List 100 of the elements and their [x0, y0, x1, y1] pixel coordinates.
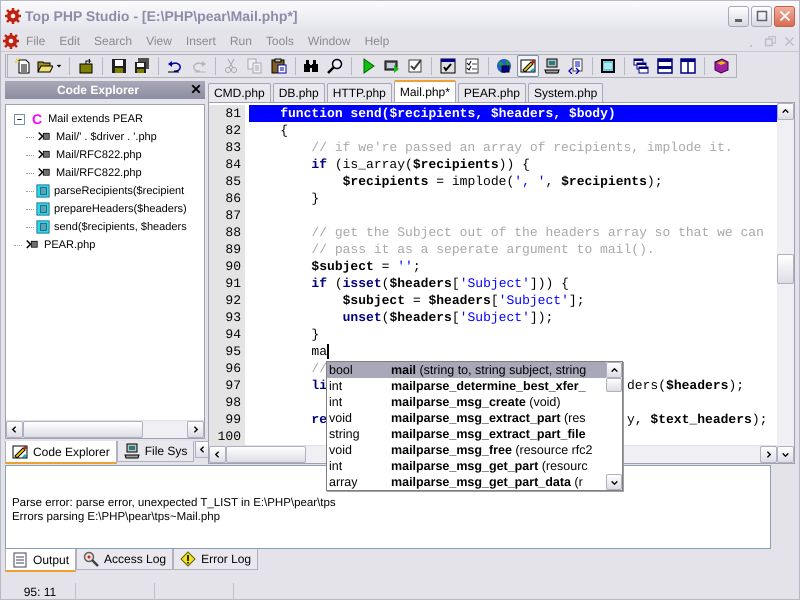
file-tab[interactable]: HTTP.php: [326, 83, 392, 102]
line-number: 89: [209, 241, 245, 258]
autocomplete-item[interactable]: bool mail (string to, string subject, string: [327, 362, 606, 378]
scrollbar-thumb[interactable]: [606, 378, 622, 392]
binoculars-icon: [303, 58, 320, 74]
collapse-button[interactable]: [14, 114, 25, 124]
line-number: 90: [209, 258, 245, 275]
tree-label: PEAR.php: [44, 239, 96, 251]
close-button[interactable]: [774, 6, 795, 26]
method-icon: [36, 184, 50, 198]
cascade-windows-icon: [632, 58, 649, 74]
checklist-icon: [464, 58, 480, 74]
pencil-icon: [12, 444, 28, 460]
folder-arrow-icon: [78, 58, 94, 74]
panel-tab[interactable]: Output: [5, 549, 76, 572]
clipboard-icon: [270, 58, 287, 74]
line-number: 92: [209, 292, 245, 309]
panel-tab[interactable]: File Sys: [116, 441, 194, 462]
panel-tab[interactable]: Access Log: [76, 549, 174, 570]
file-tab[interactable]: DB.php: [272, 83, 325, 102]
tree-item[interactable]: Mail/RFC822.php: [18, 146, 204, 164]
tree-label: prepareHeaders($headers): [54, 203, 187, 215]
file-tab[interactable]: System.php: [528, 83, 604, 102]
line-number: 94: [209, 326, 245, 343]
window-title: Top PHP Studio - [E:\PHP\pear\Mail.php*]: [25, 8, 298, 24]
return-type: int: [328, 395, 344, 409]
scroll-left-button[interactable]: [209, 446, 226, 463]
file-tab[interactable]: Mail.php*: [394, 80, 456, 102]
vertical-tile-icon: [680, 58, 696, 74]
tree-item[interactable]: send($recipients, $headers: [18, 218, 204, 236]
arrow-right-icon: [764, 450, 773, 459]
minimize-button[interactable]: [728, 6, 749, 26]
scroll-right-button[interactable]: [760, 446, 777, 463]
autocomplete-item[interactable]: void mailparse_msg_extract_part (res: [327, 410, 606, 426]
tree-item[interactable]: C Mail extends PEAR: [6, 110, 204, 128]
computer-icon: [544, 58, 560, 74]
horizontal-tile-icon: [656, 58, 673, 74]
maximize-icon: [756, 10, 768, 22]
code-line: }: [310, 326, 320, 343]
autocomplete-item[interactable]: string mailparse_msg_extract_part_file: [327, 426, 606, 442]
warning-icon: [180, 551, 196, 567]
include-icon: [24, 239, 40, 251]
scrollbar-thumb[interactable]: [23, 421, 143, 438]
copy-icon: [247, 58, 264, 74]
scrollbar-thumb[interactable]: [777, 254, 794, 284]
output-line: Parse error: parse error, unexpected T_LIST in E:\PHP\pear\tps: [12, 496, 337, 510]
file-tab[interactable]: CMD.php: [208, 83, 271, 102]
tree-item[interactable]: prepareHeaders($headers): [18, 200, 204, 218]
scroll-down-button[interactable]: [606, 474, 622, 490]
include-icon: [36, 131, 52, 143]
scissors-icon: [223, 58, 240, 74]
tree-label: send($recipients, $headers: [54, 221, 187, 233]
scroll-down-button[interactable]: [777, 446, 794, 463]
autocomplete-item[interactable]: int mailparse_msg_get_part (resourc: [327, 458, 606, 474]
autocomplete-item[interactable]: void mailparse_msg_free (resource rfc2: [327, 442, 606, 458]
autocomplete-item[interactable]: array mailparse_msg_get_part_data (r: [327, 474, 606, 490]
function-signature: mailparse_msg_create (void): [391, 395, 561, 409]
window-check-icon: [440, 58, 456, 74]
code-page-icon: [568, 58, 584, 74]
tree-label: Mail extends PEAR: [48, 113, 143, 125]
tree-item[interactable]: PEAR.php: [6, 236, 204, 254]
scroll-up-button[interactable]: [606, 362, 622, 378]
status-text: 95: 11: [5, 583, 76, 599]
panel-tab[interactable]: Code Explorer: [5, 441, 117, 464]
code-line: // pass it as a seperate argument to mail().: [310, 241, 655, 258]
scroll-right-button[interactable]: [187, 421, 204, 438]
tree-item[interactable]: Mail/' . $driver . '.php: [18, 128, 204, 146]
code-line: re: [310, 411, 328, 428]
toolbar-button[interactable]: [517, 54, 540, 76]
tree-item[interactable]: parseRecipients($recipient: [18, 182, 204, 200]
panel-tab[interactable]: Error Log: [173, 549, 258, 570]
scroll-left-button[interactable]: [6, 421, 23, 438]
code-line: {: [279, 122, 288, 139]
close-icon: [782, 34, 796, 48]
code-line: li: [310, 377, 328, 394]
tree-label: Mail/RFC822.php: [56, 149, 142, 161]
code-line: if (is_array($recipients)) {: [310, 156, 530, 173]
close-icon: [778, 10, 790, 22]
autocomplete-item[interactable]: int mailparse_determine_best_xfer_: [327, 378, 606, 394]
code-line: $recipients = implode(', ', $recipients);: [342, 173, 663, 190]
scrollbar-thumb[interactable]: [226, 446, 306, 463]
scroll-up-button[interactable]: [777, 103, 794, 120]
return-type: int: [328, 379, 344, 393]
maximize-button[interactable]: [751, 6, 772, 26]
code-line: if (isset($headers['Subject'])) {: [310, 275, 569, 292]
globe-icon: [496, 58, 512, 74]
autocomplete-item[interactable]: int mailparse_msg_create (void): [327, 394, 606, 410]
floppy-disks-icon: [134, 58, 150, 74]
magnifier-icon: [327, 58, 344, 74]
tree-item[interactable]: Mail/RFC822.php: [18, 164, 204, 182]
function-signature: mailparse_msg_get_part (resourc: [391, 459, 588, 473]
tree-label: Mail/RFC822.php: [56, 167, 142, 179]
output-line: Errors parsing E:\PHP\pear\tps~Mail.php: [12, 510, 222, 524]
include-icon: [36, 149, 52, 161]
file-tab[interactable]: PEAR.php: [458, 83, 526, 102]
code-line: ma: [310, 343, 328, 360]
line-number: 99: [209, 411, 245, 428]
line-number: 86: [209, 190, 245, 207]
code-line: y, $text_headers);: [627, 411, 768, 428]
function-signature: mail (string to, string subject, string: [391, 363, 586, 377]
